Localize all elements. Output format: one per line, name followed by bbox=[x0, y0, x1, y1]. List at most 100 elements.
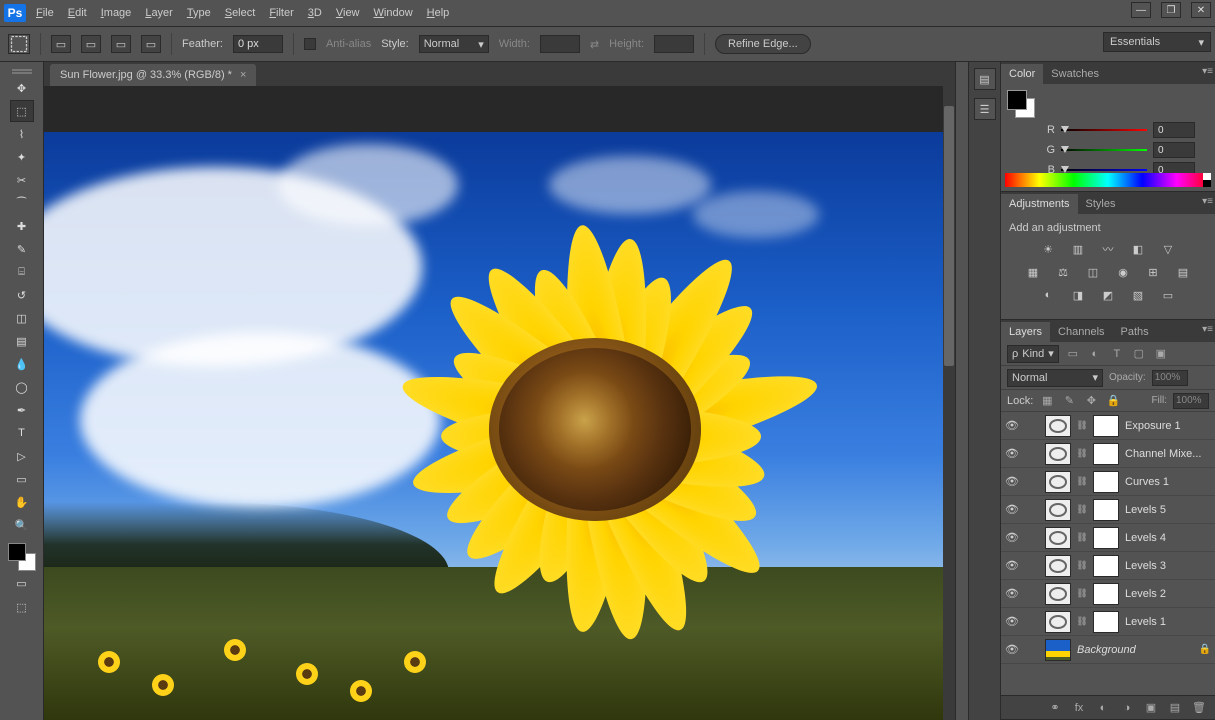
move-tool[interactable]: ✥ bbox=[10, 77, 34, 99]
workspace-switcher[interactable]: Essentials▾ bbox=[1103, 32, 1211, 52]
color-swatches[interactable] bbox=[1007, 90, 1035, 118]
bw-icon[interactable]: ◫ bbox=[1083, 263, 1103, 281]
menu-view[interactable]: View bbox=[336, 7, 360, 19]
menu-type[interactable]: Type bbox=[187, 7, 211, 19]
marquee-tool[interactable]: ⬚ bbox=[10, 100, 34, 122]
lock-pixels-icon[interactable]: ▦ bbox=[1039, 393, 1055, 409]
levels-icon[interactable]: ▥ bbox=[1068, 240, 1088, 258]
threshold-icon[interactable]: ◩ bbox=[1098, 286, 1118, 304]
antialias-checkbox[interactable] bbox=[304, 38, 316, 50]
new-layer-icon[interactable]: ▤ bbox=[1167, 700, 1183, 716]
panel-dock-collapsed[interactable] bbox=[955, 62, 969, 720]
gradient-tool[interactable]: ▤ bbox=[10, 330, 34, 352]
mask-thumb[interactable] bbox=[1093, 471, 1119, 493]
filter-adj-icon[interactable]: ◐ bbox=[1087, 346, 1103, 362]
delete-layer-icon[interactable]: 🗑 bbox=[1191, 700, 1207, 716]
tab-close-icon[interactable]: × bbox=[240, 69, 246, 81]
layer-filter-select[interactable]: ρKind▾ bbox=[1007, 345, 1059, 363]
blend-mode-select[interactable]: Normal▾ bbox=[1007, 369, 1103, 387]
lock-all-icon[interactable]: 🔒 bbox=[1105, 393, 1121, 409]
mask-thumb[interactable] bbox=[1093, 415, 1119, 437]
new-group-icon[interactable]: ▣ bbox=[1143, 700, 1159, 716]
quickmask-icon[interactable]: ▭ bbox=[10, 572, 34, 594]
filter-type-icon[interactable]: T bbox=[1109, 346, 1125, 362]
menu-layer[interactable]: Layer bbox=[145, 7, 173, 19]
selectivecolor-icon[interactable]: ▧ bbox=[1128, 286, 1148, 304]
pen-tool[interactable]: ✒ bbox=[10, 399, 34, 421]
layer-row[interactable]: 👁⛓Channel Mixe... bbox=[1001, 440, 1215, 468]
fill-input[interactable] bbox=[1173, 393, 1209, 409]
blur-tool[interactable]: 💧 bbox=[10, 353, 34, 375]
current-tool-icon[interactable] bbox=[8, 34, 30, 54]
mask-thumb[interactable] bbox=[1093, 555, 1119, 577]
stamp-tool[interactable]: ⌸ bbox=[10, 261, 34, 283]
intersect-selection-button[interactable]: ▭ bbox=[141, 35, 161, 53]
heal-tool[interactable]: ✚ bbox=[10, 215, 34, 237]
visibility-icon[interactable]: 👁 bbox=[1005, 531, 1019, 545]
dodge-tool[interactable]: ◯ bbox=[10, 376, 34, 398]
adjustment-thumb[interactable] bbox=[1045, 499, 1071, 521]
menu-help[interactable]: Help bbox=[427, 7, 450, 19]
colorbalance-icon[interactable]: ⚖ bbox=[1053, 263, 1073, 281]
exposure-icon[interactable]: ◧ bbox=[1128, 240, 1148, 258]
menu-image[interactable]: Image bbox=[101, 7, 132, 19]
zoom-tool[interactable]: 🔍 bbox=[10, 514, 34, 536]
add-selection-button[interactable]: ▭ bbox=[81, 35, 101, 53]
lock-position-icon[interactable]: ✥ bbox=[1083, 393, 1099, 409]
r-value-input[interactable] bbox=[1153, 122, 1195, 138]
menu-window[interactable]: Window bbox=[374, 7, 413, 19]
filter-smart-icon[interactable]: ▣ bbox=[1153, 346, 1169, 362]
history-panel-icon[interactable]: ▤ bbox=[974, 68, 996, 90]
menu-3d[interactable]: 3D bbox=[308, 7, 322, 19]
visibility-icon[interactable]: 👁 bbox=[1005, 587, 1019, 601]
document-tab[interactable]: Sun Flower.jpg @ 33.3% (RGB/8) * × bbox=[50, 64, 256, 86]
layer-row[interactable]: 👁⛓Levels 2 bbox=[1001, 580, 1215, 608]
feather-input[interactable] bbox=[233, 35, 283, 53]
layer-row[interactable]: 👁⛓Curves 1 bbox=[1001, 468, 1215, 496]
adjustment-thumb[interactable] bbox=[1045, 555, 1071, 577]
channelmixer-icon[interactable]: ⊞ bbox=[1143, 263, 1163, 281]
hand-tool[interactable]: ✋ bbox=[10, 491, 34, 513]
crop-tool[interactable]: ✂ bbox=[10, 169, 34, 191]
visibility-icon[interactable]: 👁 bbox=[1005, 503, 1019, 517]
refine-edge-button[interactable]: Refine Edge... bbox=[715, 34, 811, 54]
brush-tool[interactable]: ✎ bbox=[10, 238, 34, 260]
tab-channels[interactable]: Channels bbox=[1050, 322, 1112, 342]
hsl-icon[interactable]: ▦ bbox=[1023, 263, 1043, 281]
layer-row[interactable]: 👁⛓Exposure 1 bbox=[1001, 412, 1215, 440]
adjustment-thumb[interactable] bbox=[1045, 471, 1071, 493]
history-tool[interactable]: ↺ bbox=[10, 284, 34, 306]
filter-image-icon[interactable]: ▭ bbox=[1065, 346, 1081, 362]
new-selection-button[interactable]: ▭ bbox=[51, 35, 71, 53]
wand-tool[interactable]: ✦ bbox=[10, 146, 34, 168]
panel-menu-icon[interactable]: ▾≡ bbox=[1202, 196, 1213, 207]
tab-paths[interactable]: Paths bbox=[1113, 322, 1157, 342]
colorlookup-icon[interactable]: ▤ bbox=[1173, 263, 1193, 281]
layer-row[interactable]: 👁Background🔒 bbox=[1001, 636, 1215, 664]
link-layers-icon[interactable]: ⚭ bbox=[1047, 700, 1063, 716]
close-button[interactable]: ✕ bbox=[1191, 2, 1211, 18]
adjustment-thumb[interactable] bbox=[1045, 611, 1071, 633]
menu-edit[interactable]: Edit bbox=[68, 7, 87, 19]
layer-row[interactable]: 👁⛓Levels 1 bbox=[1001, 608, 1215, 636]
menu-file[interactable]: File bbox=[36, 7, 54, 19]
panel-menu-icon[interactable]: ▾≡ bbox=[1202, 66, 1213, 77]
filter-shape-icon[interactable]: ▢ bbox=[1131, 346, 1147, 362]
invert-icon[interactable]: ◐ bbox=[1038, 286, 1058, 304]
visibility-icon[interactable]: 👁 bbox=[1005, 643, 1019, 657]
maximize-button[interactable]: ❐ bbox=[1161, 2, 1181, 18]
visibility-icon[interactable]: 👁 bbox=[1005, 559, 1019, 573]
mask-thumb[interactable] bbox=[1093, 527, 1119, 549]
vibrance-icon[interactable]: ▽ bbox=[1158, 240, 1178, 258]
opacity-input[interactable] bbox=[1152, 370, 1188, 386]
menu-filter[interactable]: Filter bbox=[269, 7, 293, 19]
visibility-icon[interactable]: 👁 bbox=[1005, 615, 1019, 629]
tab-adjustments[interactable]: Adjustments bbox=[1001, 194, 1078, 214]
visibility-icon[interactable]: 👁 bbox=[1005, 475, 1019, 489]
canvas[interactable] bbox=[44, 132, 945, 720]
posterize-icon[interactable]: ◨ bbox=[1068, 286, 1088, 304]
mask-thumb[interactable] bbox=[1093, 583, 1119, 605]
minimize-button[interactable]: — bbox=[1131, 2, 1151, 18]
gradientmap-icon[interactable]: ▭ bbox=[1158, 286, 1178, 304]
g-value-input[interactable] bbox=[1153, 142, 1195, 158]
